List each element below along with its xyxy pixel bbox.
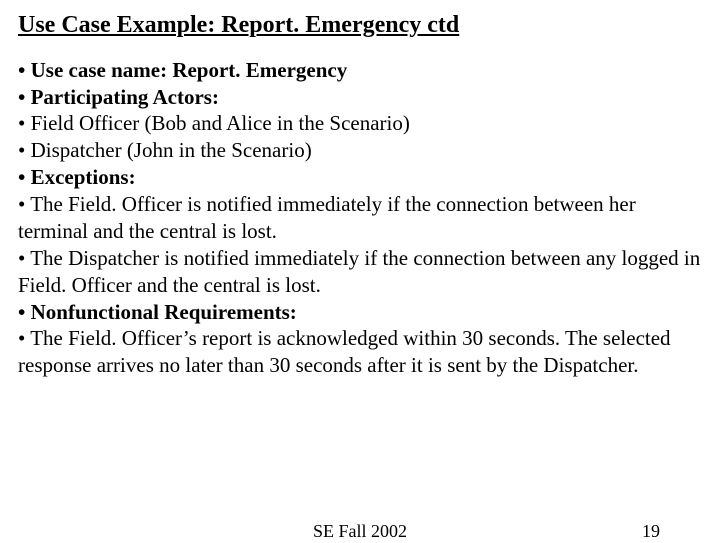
line-usecase-name: • Use case name: Report. Emergency — [18, 57, 702, 84]
actor-dispatcher: • Dispatcher (John in the Scenario) — [18, 137, 702, 164]
actor-field-officer: • Field Officer (Bob and Alice in the Sc… — [18, 110, 702, 137]
slide-title: Use Case Example: Report. Emergency ctd — [18, 10, 702, 41]
label-participating-actors: • Participating Actors: — [18, 84, 702, 111]
label-use-case-name: • Use case name: — [18, 58, 172, 82]
exception-2: • The Dispatcher is notified immediately… — [18, 245, 702, 299]
value-use-case-name: Report. Emergency — [172, 58, 347, 82]
slide-body: • Use case name: Report. Emergency • Par… — [18, 57, 702, 380]
label-nonfunctional: • Nonfunctional Requirements: — [18, 299, 702, 326]
nonfunctional-1: • The Field. Officer’s report is acknowl… — [18, 325, 702, 379]
exception-1: • The Field. Officer is notified immedia… — [18, 191, 702, 245]
slide-content: Use Case Example: Report. Emergency ctd … — [0, 0, 720, 379]
label-exceptions: • Exceptions: — [18, 164, 702, 191]
